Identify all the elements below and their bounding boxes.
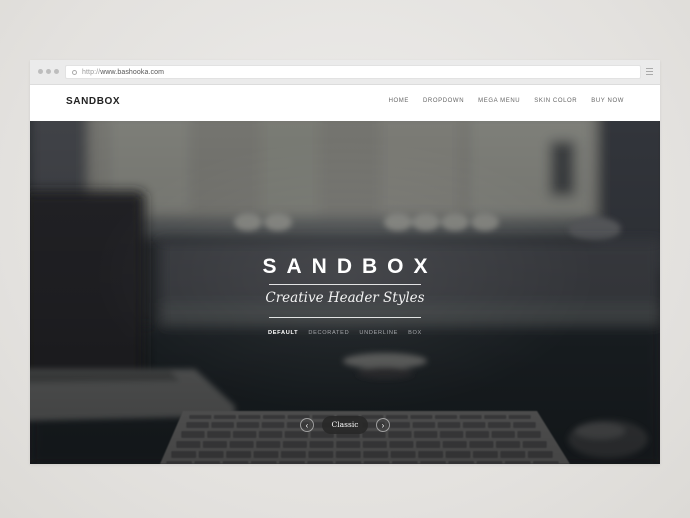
chevron-left-icon: ‹ <box>305 421 309 430</box>
menu-icon[interactable] <box>646 68 653 75</box>
window-dots-icon <box>38 69 59 74</box>
main-nav: HOME DROPDOWN MEGA MENU SKIN COLOR BUY N… <box>389 98 624 104</box>
slider-controls: ‹ Classic › <box>30 416 660 436</box>
site-logo[interactable]: SANDBOX <box>66 96 120 107</box>
nav-buy-now[interactable]: BUY NOW <box>591 98 624 104</box>
hero-title: SANDBOX <box>262 255 438 278</box>
chevron-right-icon: › <box>381 421 385 430</box>
site-header: SANDBOX HOME DROPDOWN MEGA MENU SKIN COL… <box>30 85 660 122</box>
slide-label[interactable]: Classic <box>322 416 368 434</box>
divider <box>269 284 421 285</box>
hero-section: SANDBOX Creative Header Styles DEFAULT D… <box>30 121 660 464</box>
tab-underline[interactable]: UNDERLINE <box>359 330 398 336</box>
hero-subtitle: Creative Header Styles <box>265 290 425 306</box>
divider <box>269 317 421 318</box>
tab-default[interactable]: DEFAULT <box>268 330 298 336</box>
next-slide-button[interactable]: › <box>376 418 390 432</box>
window-dot[interactable] <box>38 69 43 74</box>
hero-content: SANDBOX Creative Header Styles DEFAULT D… <box>30 121 660 464</box>
window-dot[interactable] <box>54 69 59 74</box>
nav-dropdown[interactable]: DROPDOWN <box>423 98 464 104</box>
url-text[interactable]: http://www.bashooka.com <box>82 69 164 76</box>
url-host: www.bashooka.com <box>100 68 165 76</box>
nav-mega-menu[interactable]: MEGA MENU <box>478 98 520 104</box>
reload-icon[interactable] <box>72 69 77 75</box>
header-style-tabs: DEFAULT DECORATED UNDERLINE BOX <box>268 330 422 336</box>
tab-box[interactable]: BOX <box>408 330 422 336</box>
url-protocol: http:// <box>82 68 101 76</box>
nav-skin-color[interactable]: SKIN COLOR <box>534 98 577 104</box>
nav-home[interactable]: HOME <box>389 98 409 104</box>
prev-slide-button[interactable]: ‹ <box>300 418 314 432</box>
browser-window: http://www.bashooka.com SANDBOX HOME DRO… <box>30 60 660 464</box>
browser-toolbar: http://www.bashooka.com <box>30 60 660 85</box>
tab-decorated[interactable]: DECORATED <box>308 330 349 336</box>
window-dot[interactable] <box>46 69 51 74</box>
address-bar[interactable]: http://www.bashooka.com <box>65 65 641 79</box>
